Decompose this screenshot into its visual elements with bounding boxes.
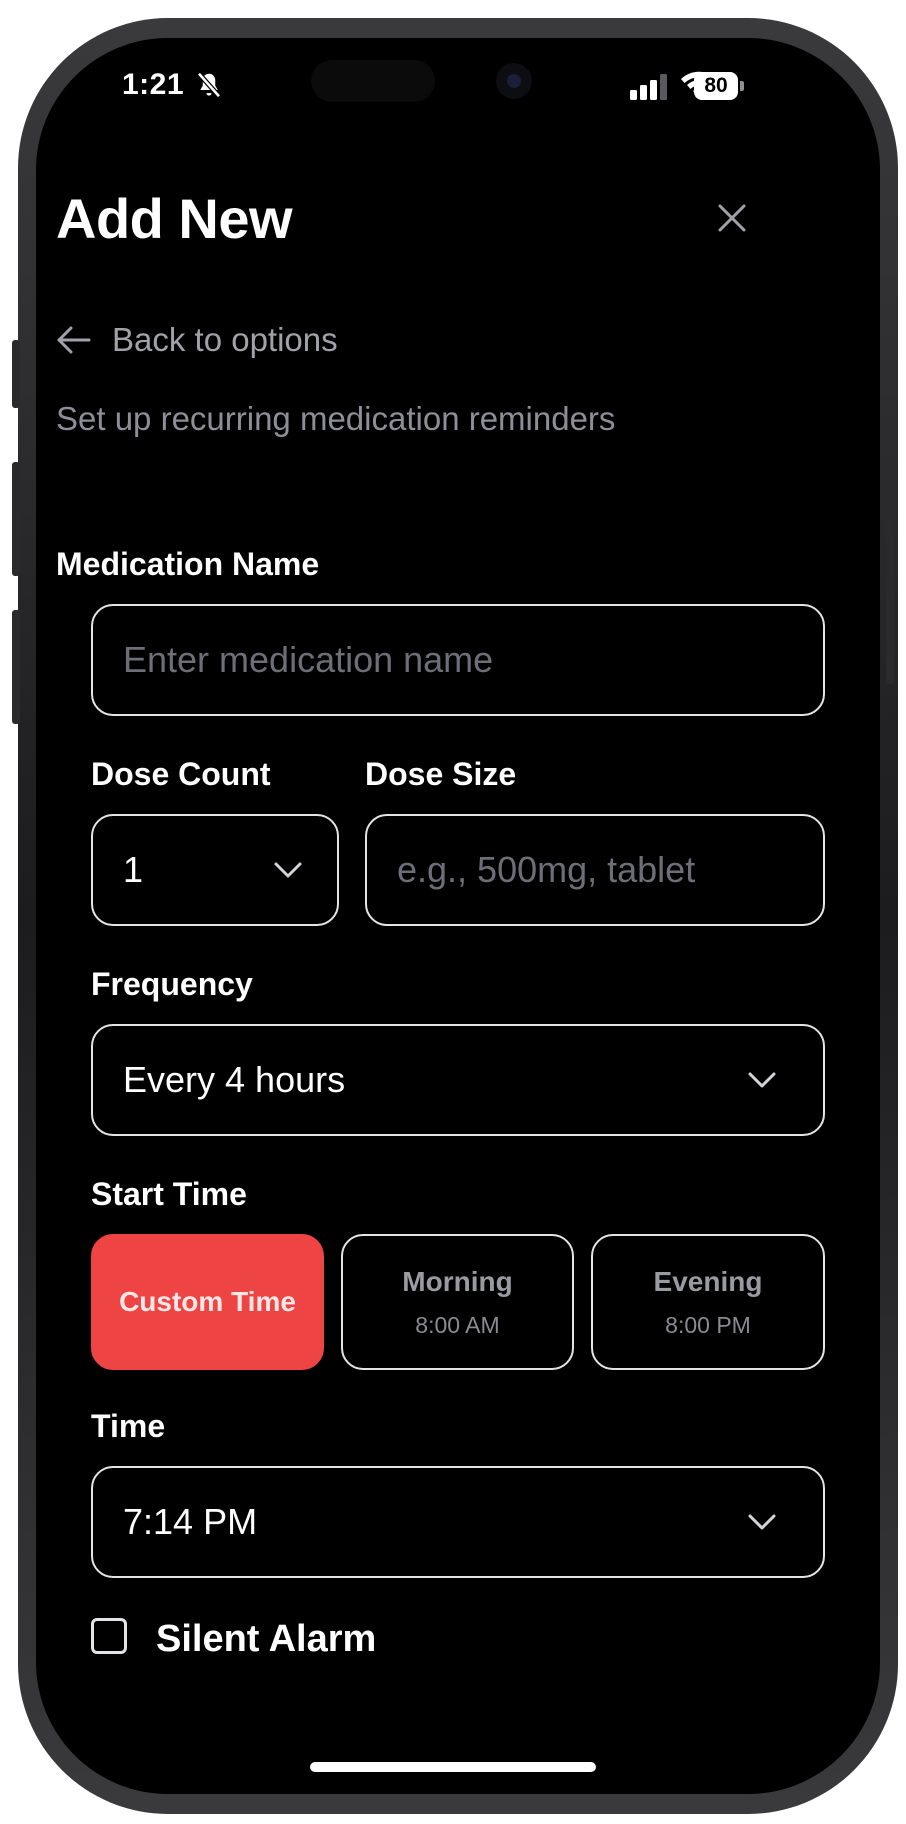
custom-time-option[interactable]: Custom Time	[91, 1234, 324, 1370]
volume-up-button	[12, 462, 20, 576]
silent-alarm-label[interactable]: Silent Alarm	[156, 1618, 376, 1661]
close-button[interactable]	[710, 196, 754, 240]
evening-label: Evening	[653, 1265, 763, 1297]
time-select[interactable]: 7:14 PM	[91, 1466, 825, 1578]
medication-name-label: Medication Name	[56, 546, 320, 582]
page-title: Add New	[56, 187, 293, 250]
evening-option[interactable]: Evening 8:00 PM	[591, 1234, 825, 1370]
silent-alarm-checkbox[interactable]	[91, 1618, 127, 1654]
dose-count-label: Dose Count	[91, 756, 271, 792]
dose-size-label: Dose Size	[365, 756, 517, 792]
medication-name-field[interactable]	[91, 604, 825, 716]
power-button	[886, 500, 894, 684]
volume-down-button	[12, 610, 20, 724]
chevron-down-icon	[274, 862, 302, 878]
page-subtitle: Set up recurring medication reminders	[56, 400, 616, 437]
time-value: 7:14 PM	[123, 1501, 258, 1542]
chevron-down-icon	[748, 1072, 776, 1088]
dose-count-value: 1	[123, 849, 144, 890]
frequency-select[interactable]: Every 4 hours	[91, 1024, 825, 1136]
morning-time: 8:00 AM	[415, 1311, 500, 1338]
chevron-down-icon	[748, 1514, 776, 1530]
medication-name-input[interactable]	[123, 639, 823, 681]
time-label: Time	[91, 1408, 166, 1444]
status-time: 1:21	[122, 68, 185, 101]
dose-size-field[interactable]	[365, 814, 825, 926]
frequency-label: Frequency	[91, 966, 253, 1002]
signal-icon	[630, 74, 670, 100]
morning-option[interactable]: Morning 8:00 AM	[341, 1234, 574, 1370]
custom-time-label: Custom Time	[119, 1286, 296, 1317]
battery-icon: 80	[694, 72, 738, 100]
dynamic-island	[311, 60, 435, 102]
camera-icon	[496, 63, 532, 99]
frequency-value: Every 4 hours	[123, 1059, 346, 1100]
back-to-options-link[interactable]: Back to options	[56, 318, 338, 362]
start-time-label: Start Time	[91, 1176, 247, 1212]
back-label: Back to options	[112, 321, 338, 358]
dose-size-input[interactable]	[397, 849, 823, 891]
dose-count-select[interactable]: 1	[91, 814, 339, 926]
close-icon	[718, 204, 746, 232]
home-indicator[interactable]	[310, 1762, 596, 1772]
bell-slash-icon	[194, 70, 224, 100]
battery-tip	[740, 81, 744, 91]
action-button	[12, 340, 20, 408]
arrow-left-icon	[57, 326, 91, 354]
morning-label: Morning	[402, 1265, 513, 1297]
evening-time: 8:00 PM	[665, 1311, 751, 1338]
